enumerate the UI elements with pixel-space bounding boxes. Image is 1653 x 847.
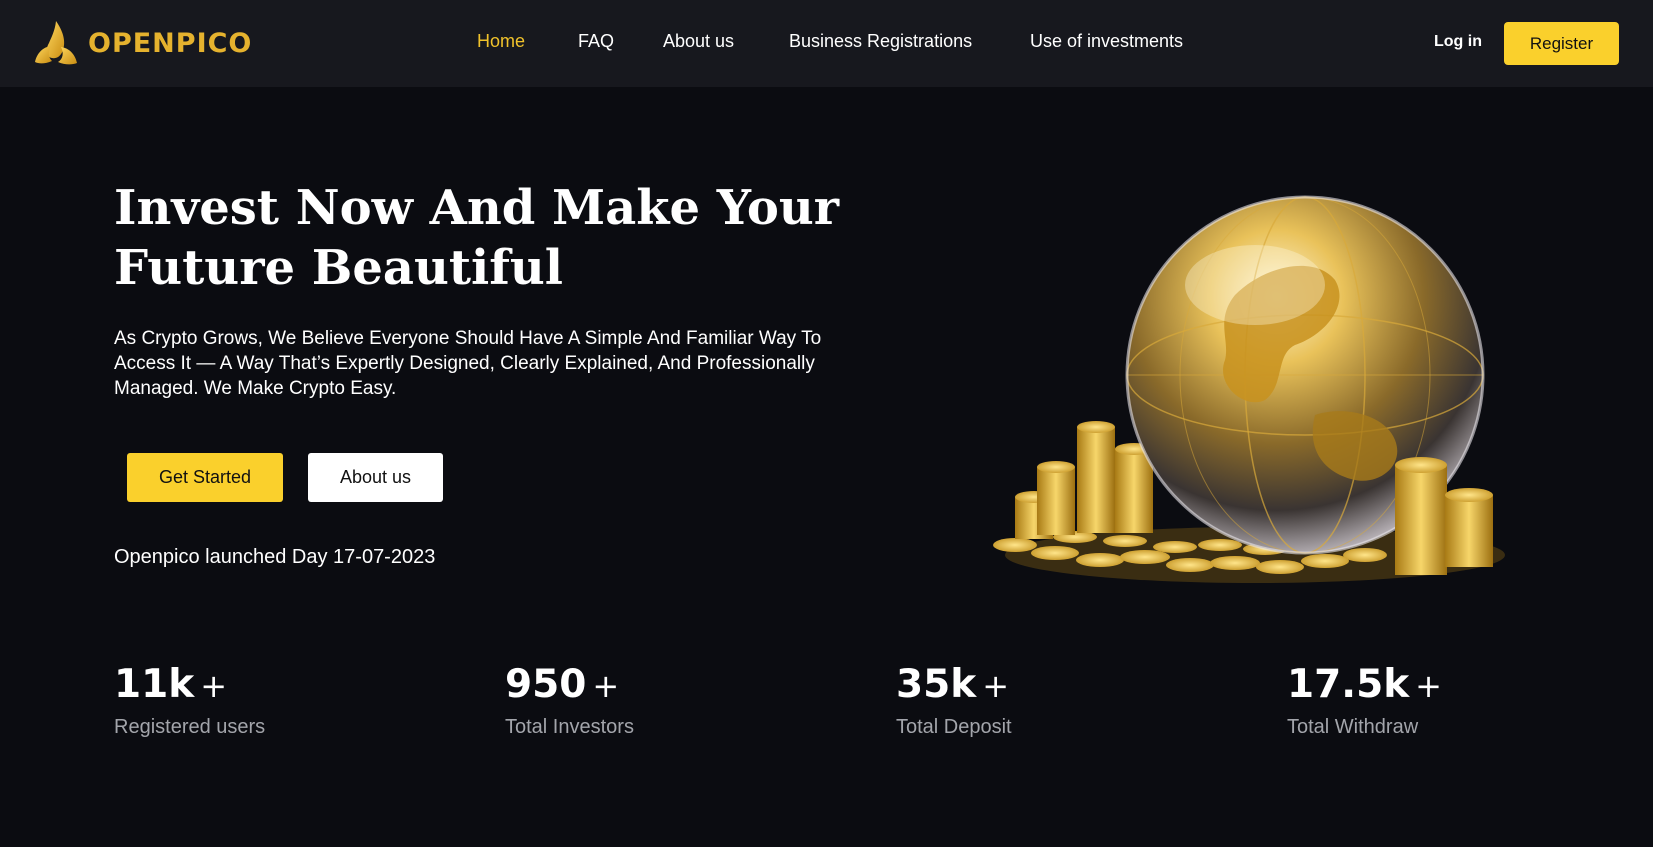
hero-subtitle: As Crypto Grows, We Believe Everyone Sho… — [114, 328, 822, 399]
get-started-button[interactable]: Get Started — [127, 453, 283, 502]
hero-title-line2: Future Beautiful — [114, 240, 564, 296]
hero-image — [985, 185, 1515, 595]
nav-about-us[interactable]: About us — [663, 30, 734, 52]
stat-total-withdraw: 17.5k + Total Withdraw — [1287, 661, 1442, 739]
coin-stack-right — [1395, 457, 1493, 575]
coin-stack-left — [1015, 421, 1153, 539]
about-us-button[interactable]: About us — [308, 453, 443, 502]
hero-title-line1: Invest Now And Make Your — [114, 180, 840, 236]
nav-use-of-investments[interactable]: Use of investments — [1030, 30, 1183, 52]
stat-value: 11k + — [114, 662, 228, 707]
stat-label: Total Deposit — [896, 716, 1012, 738]
stat-value: 950 + — [505, 662, 620, 707]
brand-logo[interactable]: OPENPICO — [30, 19, 252, 67]
hero-title: Invest Now And Make Your Future Beautifu… — [114, 178, 874, 298]
stat-total-deposit: 35k + Total Deposit — [896, 661, 1012, 739]
gold-globe-coins-illustration — [993, 195, 1505, 583]
stat-label: Registered users — [114, 716, 266, 738]
stat-value: 35k + — [896, 662, 1010, 707]
stat-label: Total Investors — [505, 716, 634, 738]
stat-label: Total Withdraw — [1287, 716, 1419, 738]
nav-business-registrations[interactable]: Business Registrations — [789, 30, 972, 52]
launch-date-text: Openpico launched Day 17-07-2023 — [114, 546, 436, 568]
navbar: OPENPICO Home FAQ About us Business Regi… — [0, 0, 1653, 87]
brand-name: OPENPICO — [88, 27, 253, 59]
register-button[interactable]: Register — [1504, 22, 1619, 65]
stat-total-investors: 950 + Total Investors — [505, 661, 634, 739]
login-link[interactable]: Log in — [1434, 32, 1482, 52]
nav-home[interactable]: Home — [477, 30, 525, 52]
stat-registered-users: 11k + Registered users — [114, 661, 265, 739]
logo-icon — [35, 21, 77, 65]
nav-faq[interactable]: FAQ — [578, 30, 614, 52]
stat-value: 17.5k + — [1287, 662, 1442, 707]
